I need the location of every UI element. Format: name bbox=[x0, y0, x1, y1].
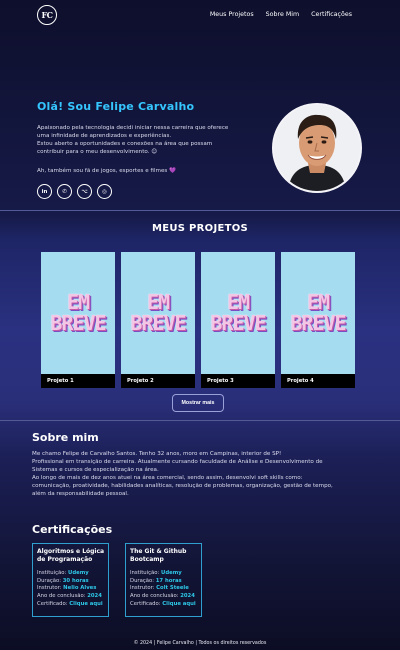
project-card[interactable]: EM BREVE Projeto 3 bbox=[201, 252, 275, 388]
projects-title: MEUS PROJETOS bbox=[151, 223, 249, 234]
certificate-title: The Git & Github Bootcamp bbox=[130, 548, 187, 563]
github-icon[interactable]: ⌥ bbox=[77, 184, 92, 199]
certificate-instructor: Instrutor: Colt Steele bbox=[130, 585, 189, 592]
nav-link-projects[interactable]: Meus Projetos bbox=[210, 11, 254, 18]
hero-hobbies: Ah, também sou fã de jogos, esportes e f… bbox=[37, 168, 177, 174]
logo[interactable]: FC bbox=[37, 5, 57, 25]
certificate-link[interactable]: Clique aqui bbox=[162, 601, 195, 607]
about-text-line: Me chamo Felipe de Carvalho Santos. Tenh… bbox=[32, 451, 282, 457]
whatsapp-icon[interactable]: ✆ bbox=[57, 184, 72, 199]
certificate-duration: Duração: 30 horas bbox=[37, 577, 89, 584]
section-divider bbox=[0, 420, 400, 421]
hero-greeting: Olá! Sou Felipe Carvalho bbox=[37, 100, 195, 113]
about-title: Sobre mim bbox=[32, 431, 99, 444]
project-card[interactable]: EM BREVE Projeto 1 bbox=[41, 252, 115, 388]
project-card-title: Projeto 3 bbox=[201, 374, 275, 388]
footer-text: © 2024 | Felipe Carvalho | Todos os dire… bbox=[133, 641, 267, 646]
certificate-title: Algoritmos e Lógica de Programação bbox=[37, 548, 105, 563]
coming-soon-image: EM BREVE bbox=[210, 290, 266, 335]
linkedin-icon[interactable]: in bbox=[37, 184, 52, 199]
certificate-card: The Git & Github Bootcamp Instituição: U… bbox=[125, 543, 202, 617]
project-card[interactable]: EM BREVE Projeto 4 bbox=[281, 252, 355, 388]
social-links: in ✆ ⌥ ◎ bbox=[37, 184, 112, 199]
about-text-line: Profissional em transição de carreira. A… bbox=[32, 459, 323, 465]
nav-link-certifications[interactable]: Certificações bbox=[311, 11, 352, 18]
about-text-line: Sistemas e cursos de especialização na á… bbox=[32, 467, 159, 473]
certificate-institution: Instituição: Udemy bbox=[37, 570, 89, 576]
certificate-row: Certificado: Clique aqui bbox=[130, 600, 196, 607]
certificate-year: Ano de conclusão: 2024 bbox=[37, 593, 102, 600]
certificate-link[interactable]: Clique aqui bbox=[69, 601, 102, 607]
project-card-title: Projeto 4 bbox=[281, 374, 355, 388]
about-text-line: além da responsabilidade pessoal. bbox=[32, 491, 129, 497]
section-divider bbox=[0, 210, 400, 211]
hero-bio-line: Apaixonado pela tecnologia decidi inicia… bbox=[37, 125, 229, 131]
hero-bio-line: contribuir para o meu desenvolvimento. 😊 bbox=[37, 149, 158, 155]
project-card-title: Projeto 2 bbox=[121, 374, 195, 388]
instagram-icon[interactable]: ◎ bbox=[97, 184, 112, 199]
certificate-row: Certificado: Clique aqui bbox=[37, 600, 103, 607]
about-text-line: comunicação, proatividade, habilidades a… bbox=[32, 483, 333, 489]
certificate-year: Ano de conclusão: 2024 bbox=[130, 593, 195, 600]
avatar bbox=[272, 103, 362, 193]
certificate-duration: Duração: 17 horas bbox=[130, 577, 182, 584]
top-nav: Meus Projetos Sobre Mim Certificações bbox=[210, 11, 352, 18]
project-card[interactable]: EM BREVE Projeto 2 bbox=[121, 252, 195, 388]
certifications-title: Certificações bbox=[32, 523, 113, 536]
coming-soon-image: EM BREVE bbox=[130, 290, 186, 335]
coming-soon-image: EM BREVE bbox=[290, 290, 346, 335]
nav-link-about[interactable]: Sobre Mim bbox=[266, 11, 300, 18]
certificate-instructor: Instrutor: Nelio Alves bbox=[37, 585, 97, 592]
hero-bio-line: Estou aberto a oportunidades e conexões … bbox=[37, 141, 213, 147]
coming-soon-image: EM BREVE bbox=[50, 290, 106, 335]
hero-bio-line: uma infinidade de aprendizados e experiê… bbox=[37, 133, 172, 139]
certificate-institution: Instituição: Udemy bbox=[130, 570, 182, 576]
show-more-button[interactable]: Mostrar mais bbox=[172, 394, 224, 412]
certificate-card: Algoritmos e Lógica de Programação Insti… bbox=[32, 543, 109, 617]
about-text-line: Ao longo de mais de dez anos atuei na ár… bbox=[32, 475, 303, 481]
project-card-title: Projeto 1 bbox=[41, 374, 115, 388]
